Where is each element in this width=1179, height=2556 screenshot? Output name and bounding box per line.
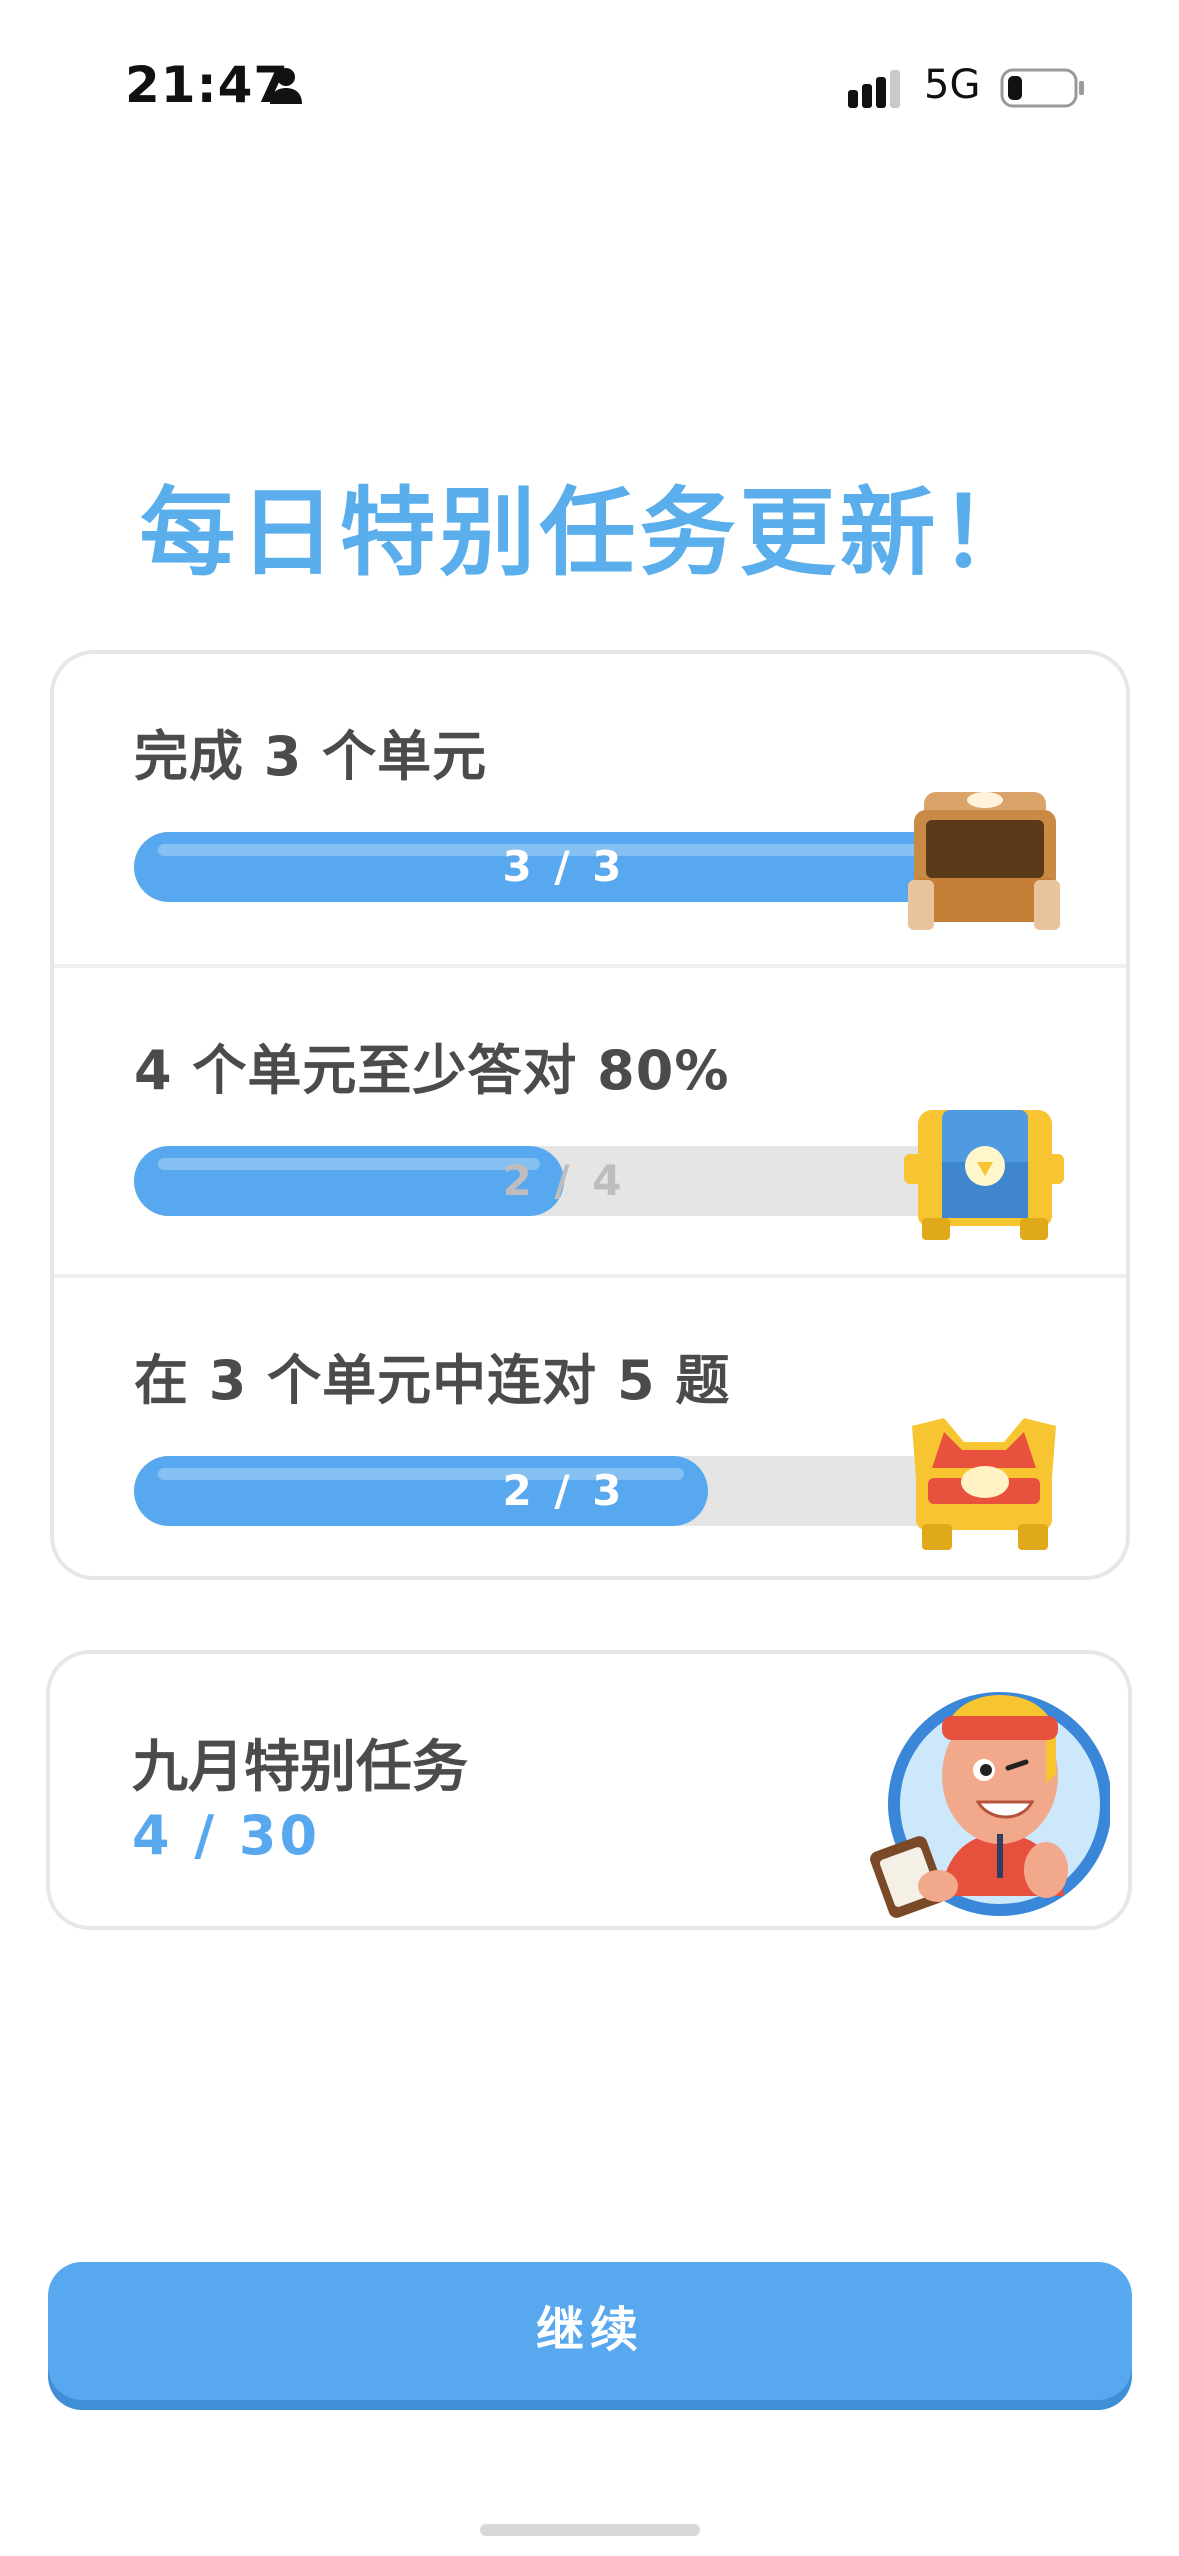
blue-gold-chest-icon <box>904 1110 1064 1240</box>
quest-item: 在 3 个单元中连对 5 题 2 / 3 <box>54 1274 1126 1576</box>
daily-quests-card: 完成 3 个单元 3 / 3 4 个单元至少答对 80% 2 / 4 在 3 个… <box>50 650 1130 1580</box>
signal-icon <box>848 70 900 108</box>
quest-item: 完成 3 个单元 3 / 3 <box>54 654 1126 964</box>
progress-text: 2 / 4 <box>502 1156 626 1205</box>
opened-brown-chest-icon <box>908 792 1060 930</box>
monthly-quest-card[interactable]: 九月特别任务 4 / 30 <box>46 1650 1132 1930</box>
network-type: 5G <box>924 62 981 108</box>
red-gold-chest-icon <box>912 1418 1056 1550</box>
quest-title: 在 3 个单元中连对 5 题 <box>134 1349 731 1412</box>
home-indicator[interactable] <box>480 2524 700 2536</box>
quest-item: 4 个单元至少答对 80% 2 / 4 <box>54 964 1126 1274</box>
monthly-quest-progress: 4 / 30 <box>132 1804 321 1867</box>
quest-title: 4 个单元至少答对 80% <box>134 1039 730 1102</box>
status-time: 21:47 <box>125 56 290 114</box>
continue-button-label: 继续 <box>535 2304 644 2357</box>
continue-button[interactable]: 继续 <box>48 2262 1132 2400</box>
progress-text: 2 / 3 <box>502 1466 626 1515</box>
progress-text: 3 / 3 <box>502 842 626 891</box>
progress-bar: 2 / 3 <box>134 1456 994 1526</box>
progress-bar: 3 / 3 <box>134 832 994 902</box>
progress-bar: 2 / 4 <box>134 1146 994 1216</box>
quest-title: 完成 3 个单元 <box>134 725 488 788</box>
status-bar: 21:47 5G <box>0 0 1179 170</box>
person-icon <box>270 68 302 104</box>
monthly-quest-title: 九月特别任务 <box>132 1735 468 1800</box>
page-title: 每日特别任务更新！ <box>139 477 1040 589</box>
battery-icon <box>1000 68 1084 108</box>
mascot-character-icon <box>870 1692 1110 1918</box>
